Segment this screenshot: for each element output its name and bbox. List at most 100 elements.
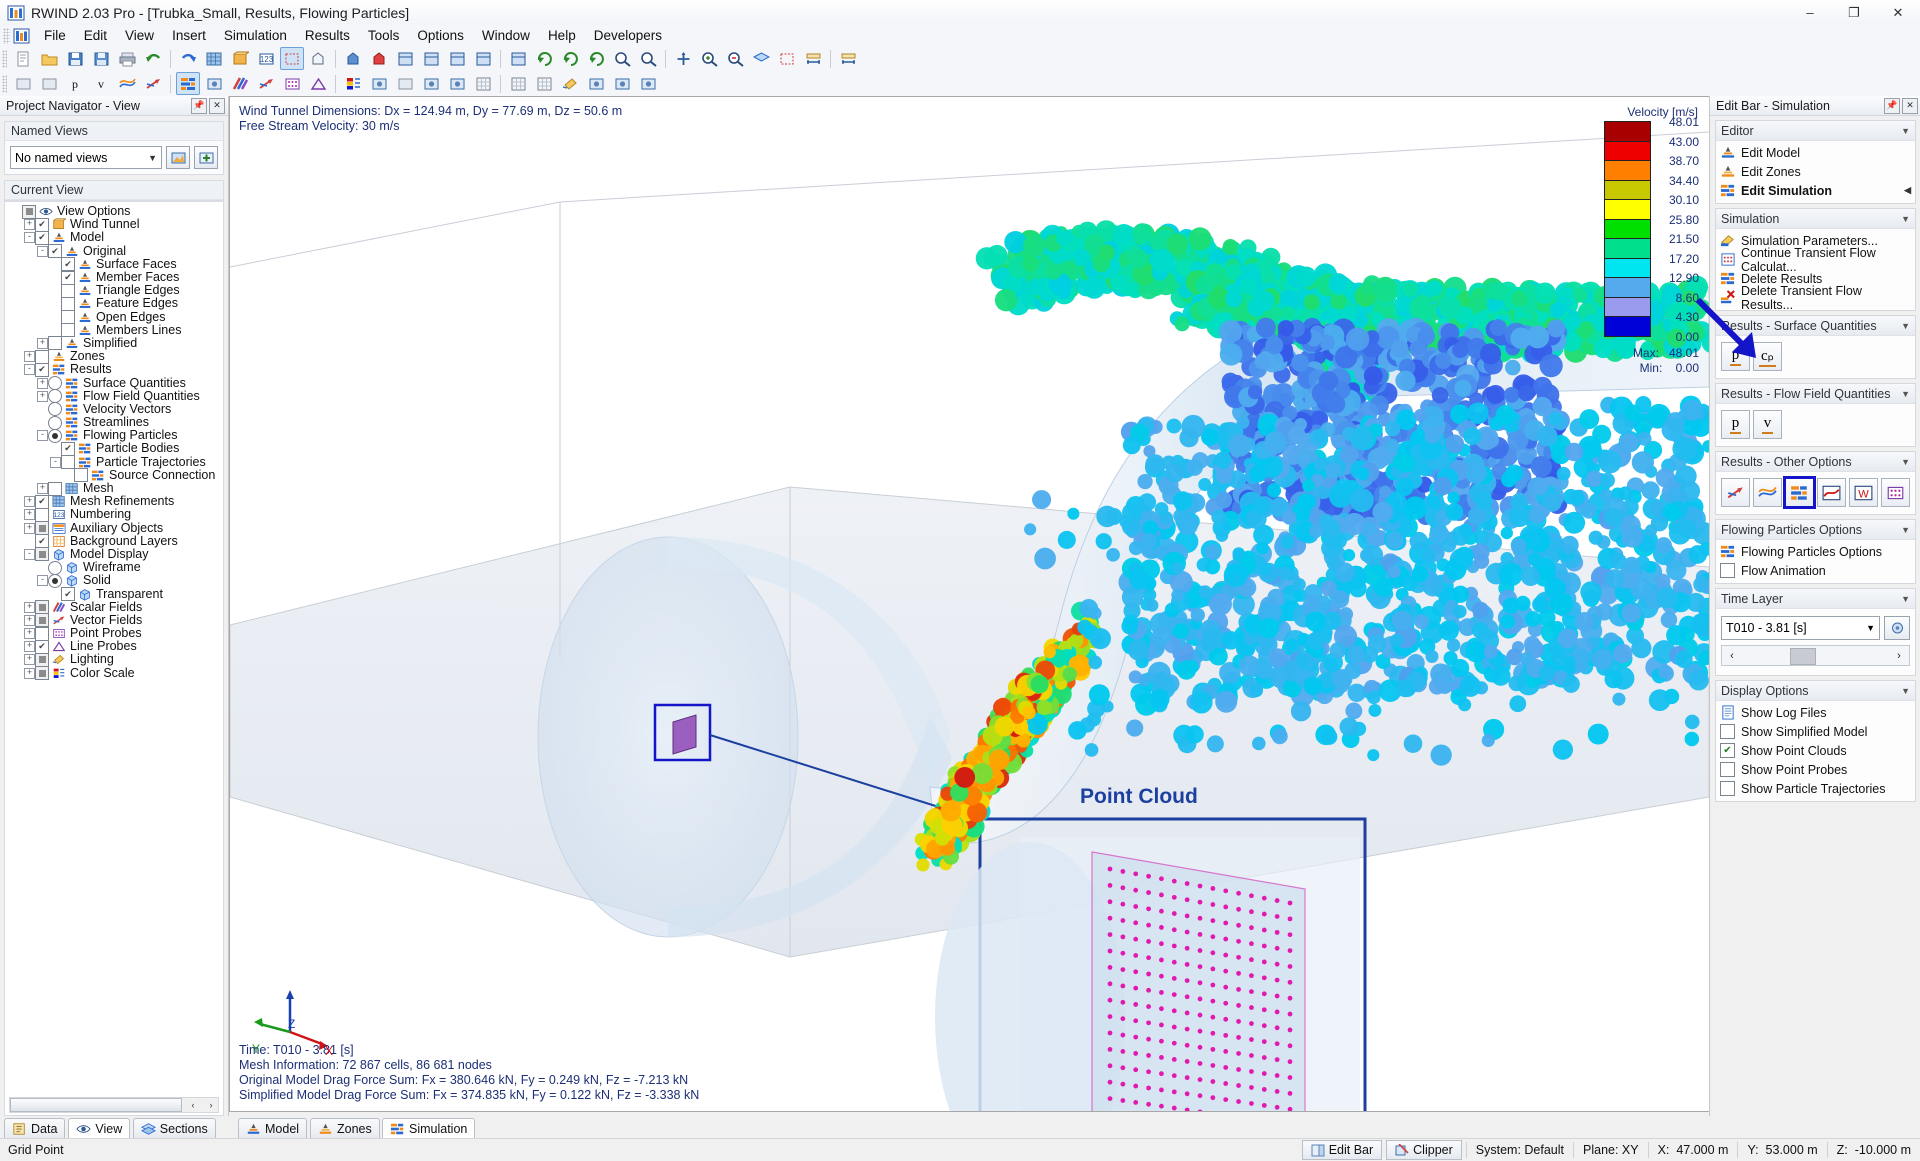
flow-v-icon[interactable]: v: [1753, 410, 1782, 439]
view-back-icon[interactable]: [445, 47, 469, 70]
checkbox[interactable]: [1720, 563, 1735, 578]
render-icon[interactable]: [393, 47, 417, 70]
expand-icon[interactable]: +: [24, 602, 35, 613]
group-header[interactable]: Simulation▼: [1716, 209, 1915, 229]
tree-item-auxiliary-objects[interactable]: +Auxiliary Objects: [5, 522, 223, 535]
chevron-down-icon[interactable]: ▼: [1901, 214, 1910, 224]
tree-checkbox[interactable]: [22, 205, 36, 219]
expand-icon[interactable]: +: [24, 496, 35, 507]
tree-item-wind-tunnel[interactable]: +Wind Tunnel: [5, 218, 223, 231]
tree-checkbox[interactable]: [61, 297, 75, 311]
flowing-particles-icon[interactable]: [1785, 478, 1814, 507]
menu-grip[interactable]: [3, 28, 10, 44]
view-front-icon[interactable]: [419, 47, 443, 70]
checkbox[interactable]: [1720, 762, 1735, 777]
tree-item-members-lines[interactable]: Members Lines: [5, 324, 223, 337]
menu-item-insert[interactable]: Insert: [163, 25, 215, 46]
tree-checkbox[interactable]: [61, 323, 75, 337]
collapse-icon[interactable]: -: [37, 246, 48, 257]
flow-pressure-icon[interactable]: p: [63, 72, 87, 95]
pin-button[interactable]: 📌: [191, 98, 207, 114]
ortho-icon[interactable]: [532, 72, 556, 95]
checkbox[interactable]: [1720, 724, 1735, 739]
menu-item-view[interactable]: View: [116, 25, 163, 46]
tree-item-streamlines[interactable]: Streamlines: [5, 416, 223, 429]
point-probe-icon[interactable]: [280, 72, 304, 95]
option-show-point-clouds[interactable]: Show Point Clouds: [1716, 741, 1915, 760]
menu-item-tools[interactable]: Tools: [359, 25, 409, 46]
tree-radio[interactable]: [48, 376, 62, 390]
time-layer-slider[interactable]: ‹›: [1721, 645, 1910, 666]
rotate-right-icon[interactable]: [558, 47, 582, 70]
menu-action-continue-transient-flow-calculat-[interactable]: Continue Transient Flow Calculat...: [1716, 250, 1915, 269]
pin-button[interactable]: 📌: [1884, 98, 1900, 114]
scrollbar-thumb[interactable]: [10, 1098, 182, 1112]
mesh-icon[interactable]: [202, 47, 226, 70]
rotate-free-icon[interactable]: [584, 47, 608, 70]
dimension-icon[interactable]: [836, 47, 860, 70]
tree-item-particle-bodies[interactable]: Particle Bodies: [5, 442, 223, 455]
manage-views-icon[interactable]: [166, 146, 190, 169]
settings-icon[interactable]: [636, 72, 660, 95]
tree-checkbox[interactable]: [35, 534, 49, 548]
tree-item-mesh-refinements[interactable]: +Mesh Refinements: [5, 495, 223, 508]
flow-p-icon[interactable]: p: [1721, 410, 1750, 439]
menu-action-edit-simulation[interactable]: Edit Simulation◀: [1716, 181, 1915, 200]
report-icon[interactable]: [419, 72, 443, 95]
tree-checkbox[interactable]: [61, 587, 75, 601]
section-icon[interactable]: [749, 47, 773, 70]
tree-item-line-probes[interactable]: +Line Probes: [5, 640, 223, 653]
current-view-tree[interactable]: View Options+Wind Tunnel-Model-OriginalS…: [4, 201, 224, 1116]
numbering-icon[interactable]: 123: [254, 47, 278, 70]
streamlines-icon[interactable]: [1753, 478, 1782, 507]
vector-field-icon[interactable]: [254, 72, 278, 95]
tree-item-solid[interactable]: -Solid: [5, 574, 223, 587]
tree-item-particle-trajectories[interactable]: -Particle Trajectories: [5, 456, 223, 469]
tree-item-zones[interactable]: +Zones: [5, 350, 223, 363]
particles-icon[interactable]: [176, 72, 200, 95]
flow-velocity-icon[interactable]: v: [89, 72, 113, 95]
tree-checkbox[interactable]: [35, 508, 49, 522]
tree-checkbox[interactable]: [35, 653, 49, 667]
chevron-down-icon[interactable]: ▼: [1866, 623, 1875, 633]
tree-radio[interactable]: [48, 429, 62, 443]
collapse-arrow-icon[interactable]: ◀: [1904, 185, 1911, 196]
toolbar-grip-2[interactable]: [2, 75, 7, 93]
tree-checkbox[interactable]: [61, 257, 75, 271]
print-icon[interactable]: [115, 47, 139, 70]
tree-checkbox[interactable]: [35, 521, 49, 535]
menu-item-developers[interactable]: Developers: [585, 25, 671, 46]
velocity-vectors-icon[interactable]: [1721, 478, 1750, 507]
close-icon[interactable]: ✕: [209, 98, 225, 114]
time-prev-button[interactable]: ‹: [1722, 650, 1742, 662]
tab-simulation[interactable]: Simulation: [382, 1118, 475, 1139]
expand-icon[interactable]: +: [24, 509, 35, 520]
menu-item-edit[interactable]: Edit: [75, 25, 116, 46]
chevron-down-icon[interactable]: ▼: [1901, 321, 1910, 331]
group-header[interactable]: Editor▼: [1716, 121, 1915, 141]
tree-item-results[interactable]: -Results: [5, 363, 223, 376]
chevron-down-icon[interactable]: ▼: [1901, 389, 1910, 399]
tree-item-transparent[interactable]: Transparent: [5, 587, 223, 600]
option-show-particle-trajectories[interactable]: Show Particle Trajectories: [1716, 779, 1915, 798]
save-icon[interactable]: [63, 47, 87, 70]
tree-item-open-edges[interactable]: Open Edges: [5, 311, 223, 324]
tree-radio[interactable]: [48, 574, 62, 588]
tree-item-color-scale[interactable]: +Color Scale: [5, 667, 223, 680]
scalar-field-icon[interactable]: [228, 72, 252, 95]
rotate-left-icon[interactable]: [532, 47, 556, 70]
tree-item-feature-edges[interactable]: Feature Edges: [5, 297, 223, 310]
chevron-down-icon[interactable]: ▼: [1901, 525, 1910, 535]
maximize-button[interactable]: ❐: [1832, 0, 1876, 25]
tree-item-background-layers[interactable]: Background Layers: [5, 535, 223, 548]
tree-checkbox[interactable]: [35, 363, 49, 377]
log-icon[interactable]: [393, 72, 417, 95]
tree-checkbox[interactable]: [35, 613, 49, 627]
colorscale-icon[interactable]: [341, 72, 365, 95]
tree-item-surface-quantities[interactable]: +Surface Quantities: [5, 376, 223, 389]
grid-icon[interactable]: [471, 72, 495, 95]
expand-icon[interactable]: +: [24, 654, 35, 665]
chevron-down-icon[interactable]: ▼: [1901, 594, 1910, 604]
named-views-combo[interactable]: No named views ▼: [10, 146, 162, 169]
time-layer-combo[interactable]: T010 - 3.81 [s]▼: [1721, 616, 1880, 640]
